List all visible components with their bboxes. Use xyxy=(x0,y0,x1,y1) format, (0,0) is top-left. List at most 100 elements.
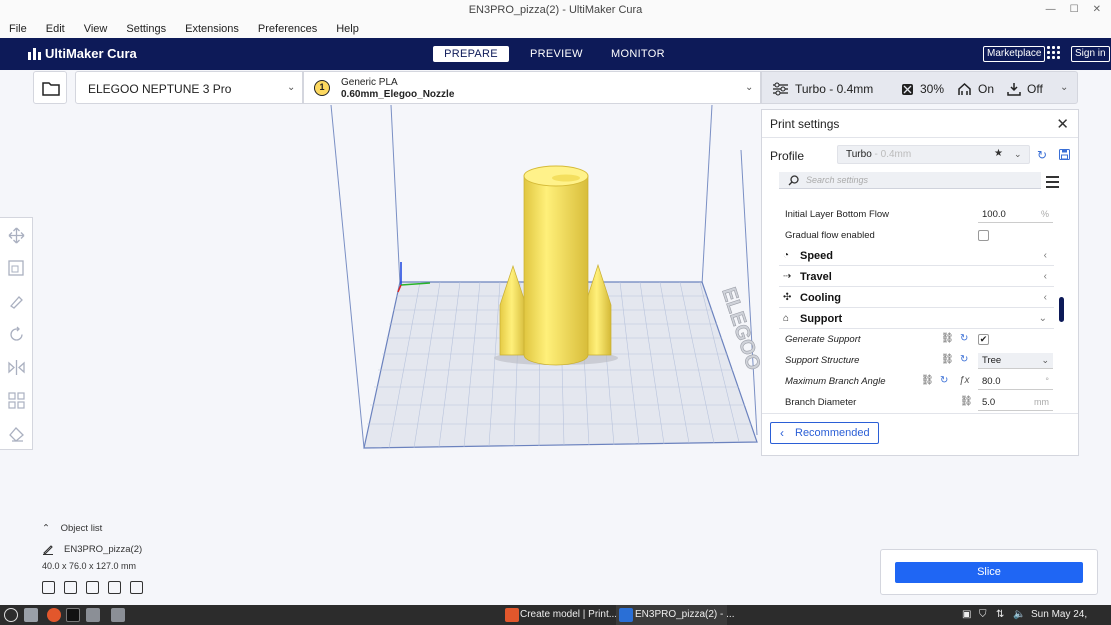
infill-label: 30% xyxy=(920,82,945,96)
model-cylinder xyxy=(523,175,589,366)
menu-view[interactable]: View xyxy=(84,23,108,35)
volume-icon[interactable]: 🔈 xyxy=(1013,605,1025,625)
link-icon[interactable]: ⛓ xyxy=(941,333,954,344)
reset-icon[interactable]: ↻ xyxy=(960,354,968,365)
link-icon[interactable]: ⛓ xyxy=(921,375,934,386)
link-icon[interactable]: ⛓ xyxy=(941,354,954,365)
max-branch-angle-input[interactable]: 80.0 ° xyxy=(978,374,1053,390)
view-front-icon[interactable] xyxy=(64,581,77,594)
category-speed[interactable]: ◔ Speed ‹ xyxy=(779,247,1054,266)
stage-tabs: PREPARE PREVIEW MONITOR xyxy=(433,46,665,62)
object-list-header[interactable]: ⌃ Object list xyxy=(42,523,102,534)
object-name[interactable]: EN3PRO_pizza(2) xyxy=(64,544,142,555)
tab-preview[interactable]: PREVIEW xyxy=(530,46,583,62)
rotate-tool-icon[interactable] xyxy=(8,293,25,310)
cura-task-icon xyxy=(619,608,633,622)
sign-in-button[interactable]: Sign in xyxy=(1071,46,1110,62)
terminal-icon[interactable] xyxy=(66,608,80,622)
menu-file[interactable]: File xyxy=(9,23,27,35)
minimize-icon[interactable]: — xyxy=(1046,0,1056,20)
mirror-tool-icon[interactable] xyxy=(8,326,25,343)
network-icon[interactable]: ⇅ xyxy=(996,605,1004,625)
start-menu-icon[interactable] xyxy=(4,608,18,622)
setting-max-branch-angle: Maximum Branch Angle ⛓ ↻ ƒx 80.0 ° xyxy=(779,372,1053,392)
shield-icon[interactable]: ⛉ xyxy=(979,605,987,625)
marketplace-button[interactable]: Marketplace xyxy=(983,46,1046,62)
slice-button[interactable]: Slice xyxy=(895,562,1083,583)
settings-menu-icon[interactable] xyxy=(1046,176,1059,191)
branch-diameter-input[interactable]: 5.0 mm xyxy=(978,395,1053,411)
adhesion-label: Off xyxy=(1027,82,1043,96)
setting-label: Branch Diameter xyxy=(785,397,857,408)
profile-value: Turbo - 0.4mm xyxy=(846,149,912,160)
scale-tool-icon[interactable] xyxy=(8,260,25,277)
category-travel[interactable]: ⇢ Travel ‹ xyxy=(779,268,1054,287)
chevron-up-icon: ⌃ xyxy=(42,523,50,534)
move-tool-icon[interactable] xyxy=(8,227,25,244)
view-3d-icon[interactable] xyxy=(42,581,55,594)
setting-label: Initial Layer Bottom Flow xyxy=(785,209,890,220)
view-left-icon[interactable] xyxy=(108,581,121,594)
initial-layer-bottom-flow-input[interactable]: 100.0 % xyxy=(978,207,1053,223)
reset-profile-icon[interactable]: ↻ xyxy=(1037,148,1047,162)
search-icon xyxy=(788,175,799,186)
menu-help[interactable]: Help xyxy=(336,23,359,35)
show-desktop-icon[interactable] xyxy=(24,608,38,622)
save-profile-icon[interactable] xyxy=(1059,149,1070,160)
view-top-icon[interactable] xyxy=(86,581,99,594)
close-icon[interactable]: ✕ xyxy=(1056,115,1069,133)
cooling-icon: ✣ xyxy=(783,292,792,303)
apps-grid-icon[interactable] xyxy=(1047,46,1060,59)
view-right-icon[interactable] xyxy=(130,581,143,594)
category-cooling[interactable]: ✣ Cooling ‹ xyxy=(779,289,1054,308)
open-file-button[interactable] xyxy=(33,71,67,104)
task-cura[interactable]: EN3PRO_pizza(2) - ... xyxy=(635,605,734,625)
chevron-left-icon: ‹ xyxy=(1043,250,1047,261)
gradual-flow-checkbox[interactable] xyxy=(978,230,989,241)
chevron-down-icon: ⌄ xyxy=(1041,355,1049,365)
menu-edit[interactable]: Edit xyxy=(46,23,65,35)
setting-label: Maximum Branch Angle xyxy=(785,376,886,387)
clock[interactable]: Sun May 24, 19:47 xyxy=(1031,605,1111,625)
files-icon[interactable] xyxy=(86,608,100,622)
files-icon[interactable] xyxy=(111,608,125,622)
window-controls: — ☐ ✕ xyxy=(1046,0,1101,20)
paint-tool-icon[interactable] xyxy=(8,425,25,442)
search-settings-input[interactable]: Search settings xyxy=(779,172,1041,189)
print-setup-selector[interactable]: Turbo - 0.4mm 30% On Off ⌄ xyxy=(761,71,1078,104)
printer-selector[interactable]: ELEGOO NEPTUNE 3 Pro ⌄ xyxy=(75,71,303,104)
reset-icon[interactable]: ↻ xyxy=(940,375,948,386)
chevron-down-icon: ⌄ xyxy=(1014,149,1022,159)
app-logo-text: UltiMaker Cura xyxy=(45,46,137,61)
close-window-icon[interactable]: ✕ xyxy=(1093,0,1101,20)
category-support[interactable]: ⌂ Support ⌄ xyxy=(779,310,1054,329)
taskbar: Create model | Print... EN3PRO_pizza(2) … xyxy=(0,605,1111,625)
profile-summary-label: Turbo - 0.4mm xyxy=(795,82,874,96)
profile-dropdown[interactable]: Turbo - 0.4mm ★ ⌄ xyxy=(837,145,1030,164)
per-model-settings-icon[interactable] xyxy=(8,359,25,376)
reset-icon[interactable]: ↻ xyxy=(960,333,968,344)
recommended-button[interactable]: ‹ Recommended xyxy=(770,422,879,444)
maximize-icon[interactable]: ☐ xyxy=(1070,0,1079,20)
material-selector[interactable]: 1 Generic PLA 0.60mm_Elegoo_Nozzle ⌄ xyxy=(303,71,761,104)
edit-icon[interactable] xyxy=(42,543,54,555)
menu-preferences[interactable]: Preferences xyxy=(258,23,317,35)
menu-settings[interactable]: Settings xyxy=(126,23,166,35)
tab-monitor[interactable]: MONITOR xyxy=(611,46,665,62)
window-title: EN3PRO_pizza(2) - UltiMaker Cura xyxy=(468,4,643,16)
function-icon[interactable]: ƒx xyxy=(959,375,970,386)
clipboard-icon[interactable]: ▣ xyxy=(962,605,971,625)
ultimaker-logo-icon xyxy=(28,47,41,60)
task-create-model[interactable]: Create model | Print... xyxy=(520,605,617,625)
menu-extensions[interactable]: Extensions xyxy=(185,23,239,35)
support-blocker-icon[interactable] xyxy=(8,392,25,409)
model-right-cone xyxy=(584,263,612,356)
browser-icon[interactable] xyxy=(47,608,61,622)
settings-scrollbar[interactable] xyxy=(1059,297,1064,322)
tab-prepare[interactable]: PREPARE xyxy=(433,46,509,62)
link-icon[interactable]: ⛓ xyxy=(960,396,973,407)
setting-gradual-flow-enabled: Gradual flow enabled xyxy=(779,226,1050,246)
generate-support-checkbox[interactable]: ✔ xyxy=(978,334,989,345)
slice-panel: Slice xyxy=(880,549,1098,595)
support-structure-dropdown[interactable]: Tree ⌄ xyxy=(978,353,1053,369)
